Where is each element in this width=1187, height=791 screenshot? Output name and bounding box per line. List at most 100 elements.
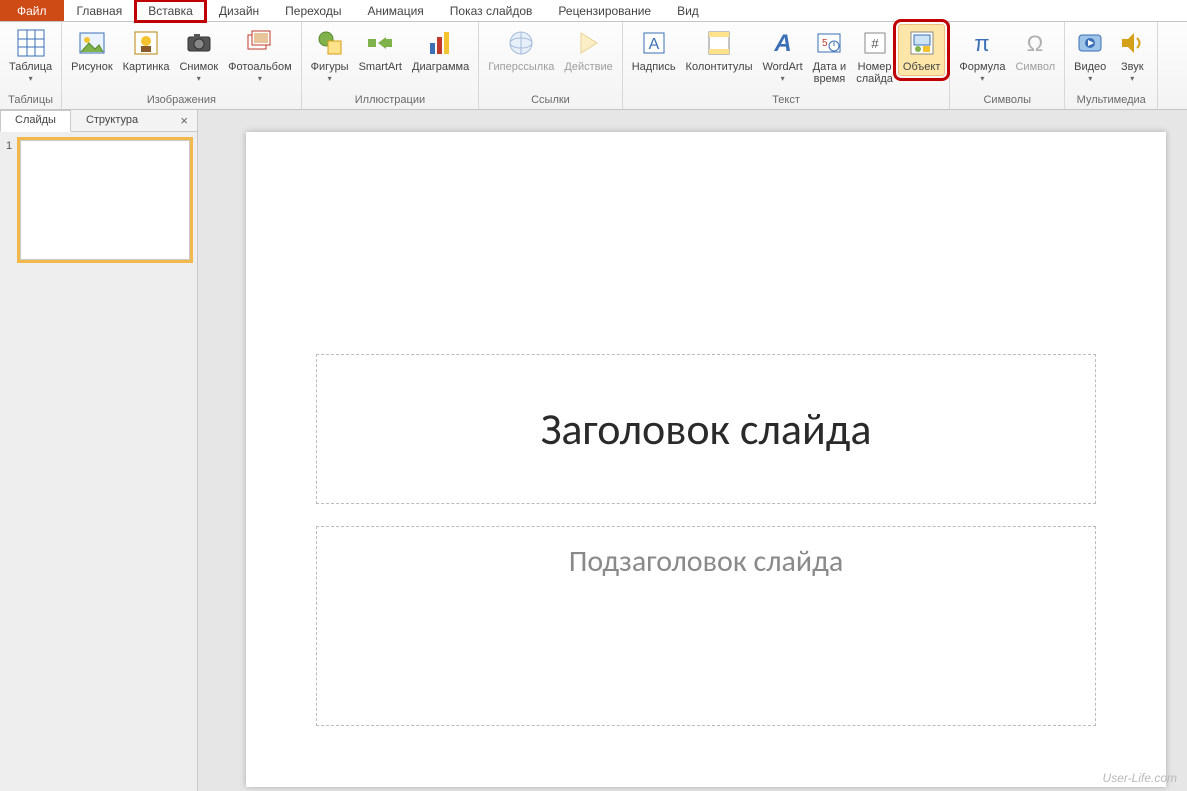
screenshot-icon — [183, 27, 215, 59]
tab-animation[interactable]: Анимация — [354, 0, 436, 21]
chevron-down-icon: ▾ — [1088, 74, 1092, 83]
group-media: Видео ▾ Звук ▾ Мультимедиа — [1065, 22, 1158, 109]
object-label: Объект — [903, 61, 940, 73]
chevron-down-icon: ▾ — [197, 74, 201, 83]
group-media-label: Мультимедиа — [1069, 92, 1153, 109]
group-illustrations: Фигуры ▾ SmartArt Диаграмма Иллюстрации — [302, 22, 480, 109]
wordart-button[interactable]: A WordArt ▾ — [758, 24, 808, 86]
tab-insert[interactable]: Вставка — [135, 0, 206, 22]
datetime-button[interactable]: 5 Дата и время — [808, 24, 852, 88]
album-button[interactable]: Фотоальбом ▾ — [223, 24, 297, 86]
slide-thumbnail-1[interactable] — [20, 140, 190, 260]
picture-button[interactable]: Рисунок — [66, 24, 118, 76]
group-text: A Надпись Колонтитулы A WordArt ▾ 5 Дата… — [623, 22, 951, 109]
hyperlink-icon — [505, 27, 537, 59]
equation-label: Формула — [959, 61, 1005, 73]
slidenum-icon: # — [859, 27, 891, 59]
subtitle-text: Подзаголовок слайда — [569, 543, 843, 580]
thumbnails: 1 — [0, 132, 197, 268]
smartart-icon — [364, 27, 396, 59]
panel-tab-slides[interactable]: Слайды — [0, 110, 71, 132]
group-links-label: Ссылки — [483, 92, 618, 109]
smartart-button[interactable]: SmartArt — [354, 24, 407, 76]
svg-text:Ω: Ω — [1027, 31, 1043, 56]
title-placeholder[interactable]: Заголовок слайда — [316, 354, 1096, 504]
clipart-button[interactable]: Картинка — [118, 24, 175, 76]
group-tables-label: Таблицы — [4, 92, 57, 109]
object-button[interactable]: Объект — [898, 24, 945, 76]
action-button[interactable]: Действие — [559, 24, 617, 76]
chart-label: Диаграмма — [412, 61, 469, 73]
hyperlink-button[interactable]: Гиперссылка — [483, 24, 559, 76]
chevron-down-icon: ▾ — [781, 74, 785, 83]
svg-text:5: 5 — [822, 38, 828, 49]
tab-design[interactable]: Дизайн — [206, 0, 272, 21]
workspace: Слайды Структура × 1 Заголовок слайда По… — [0, 110, 1187, 791]
screenshot-label: Снимок — [179, 61, 218, 73]
screenshot-button[interactable]: Снимок ▾ — [174, 24, 223, 86]
table-icon — [15, 27, 47, 59]
tab-transitions[interactable]: Переходы — [272, 0, 354, 21]
equation-button[interactable]: π Формула ▾ — [954, 24, 1010, 86]
tab-slideshow[interactable]: Показ слайдов — [437, 0, 546, 21]
picture-label: Рисунок — [71, 61, 113, 73]
symbol-icon: Ω — [1019, 27, 1051, 59]
slide-canvas[interactable]: Заголовок слайда Подзаголовок слайда — [246, 132, 1166, 787]
group-text-label: Текст — [627, 92, 946, 109]
table-button[interactable]: Таблица ▾ — [4, 24, 57, 86]
chevron-down-icon: ▾ — [29, 74, 33, 83]
panel-close-button[interactable]: × — [171, 110, 197, 131]
action-icon — [573, 27, 605, 59]
chevron-down-icon: ▾ — [258, 74, 262, 83]
datetime-label: Дата и время — [813, 61, 847, 85]
subtitle-placeholder[interactable]: Подзаголовок слайда — [316, 526, 1096, 726]
thumbnail-number: 1 — [6, 140, 16, 260]
slidenum-label: Номер слайда — [856, 61, 893, 85]
chevron-down-icon: ▾ — [1130, 74, 1134, 83]
svg-text:A: A — [773, 30, 791, 57]
title-text: Заголовок слайда — [541, 402, 872, 456]
svg-text:A: A — [648, 36, 659, 53]
chevron-down-icon: ▾ — [980, 74, 984, 83]
audio-button[interactable]: Звук ▾ — [1111, 24, 1153, 86]
clipart-label: Картинка — [123, 61, 170, 73]
svg-text:#: # — [871, 36, 879, 51]
video-button[interactable]: Видео ▾ — [1069, 24, 1111, 86]
album-icon — [244, 27, 276, 59]
watermark: User-Life.com — [1103, 771, 1177, 785]
shapes-label: Фигуры — [311, 61, 349, 73]
panel-tab-outline[interactable]: Структура — [71, 110, 153, 131]
table-label: Таблица — [9, 61, 52, 73]
chart-button[interactable]: Диаграмма — [407, 24, 474, 76]
tab-home[interactable]: Главная — [64, 0, 136, 21]
tab-review[interactable]: Рецензирование — [545, 0, 664, 21]
slidenum-button[interactable]: # Номер слайда — [851, 24, 898, 88]
hyperlink-label: Гиперссылка — [488, 61, 554, 73]
tab-view[interactable]: Вид — [664, 0, 712, 21]
shapes-icon — [314, 27, 346, 59]
symbol-button[interactable]: Ω Символ — [1010, 24, 1060, 76]
clipart-icon — [130, 27, 162, 59]
group-symbols-label: Символы — [954, 92, 1060, 109]
equation-icon: π — [966, 27, 998, 59]
headerfooter-button[interactable]: Колонтитулы — [681, 24, 758, 76]
headerfooter-label: Колонтитулы — [686, 61, 753, 73]
tab-file[interactable]: Файл — [0, 0, 64, 21]
tab-strip: Файл Главная Вставка Дизайн Переходы Ани… — [0, 0, 1187, 22]
smartart-label: SmartArt — [359, 61, 402, 73]
textbox-label: Надпись — [632, 61, 676, 73]
audio-label: Звук — [1121, 61, 1144, 73]
album-label: Фотоальбом — [228, 61, 292, 73]
shapes-button[interactable]: Фигуры ▾ — [306, 24, 354, 86]
group-tables: Таблица ▾ Таблицы — [0, 22, 62, 109]
group-illustrations-label: Иллюстрации — [306, 92, 475, 109]
video-icon — [1074, 27, 1106, 59]
thumbnail-row: 1 — [6, 140, 191, 260]
audio-icon — [1116, 27, 1148, 59]
textbox-button[interactable]: A Надпись — [627, 24, 681, 76]
video-label: Видео — [1074, 61, 1106, 73]
group-links: Гиперссылка Действие Ссылки — [479, 22, 623, 109]
ribbon: Таблица ▾ Таблицы Рисунок Картинка Снимо… — [0, 22, 1187, 110]
chart-icon — [425, 27, 457, 59]
textbox-icon: A — [638, 27, 670, 59]
